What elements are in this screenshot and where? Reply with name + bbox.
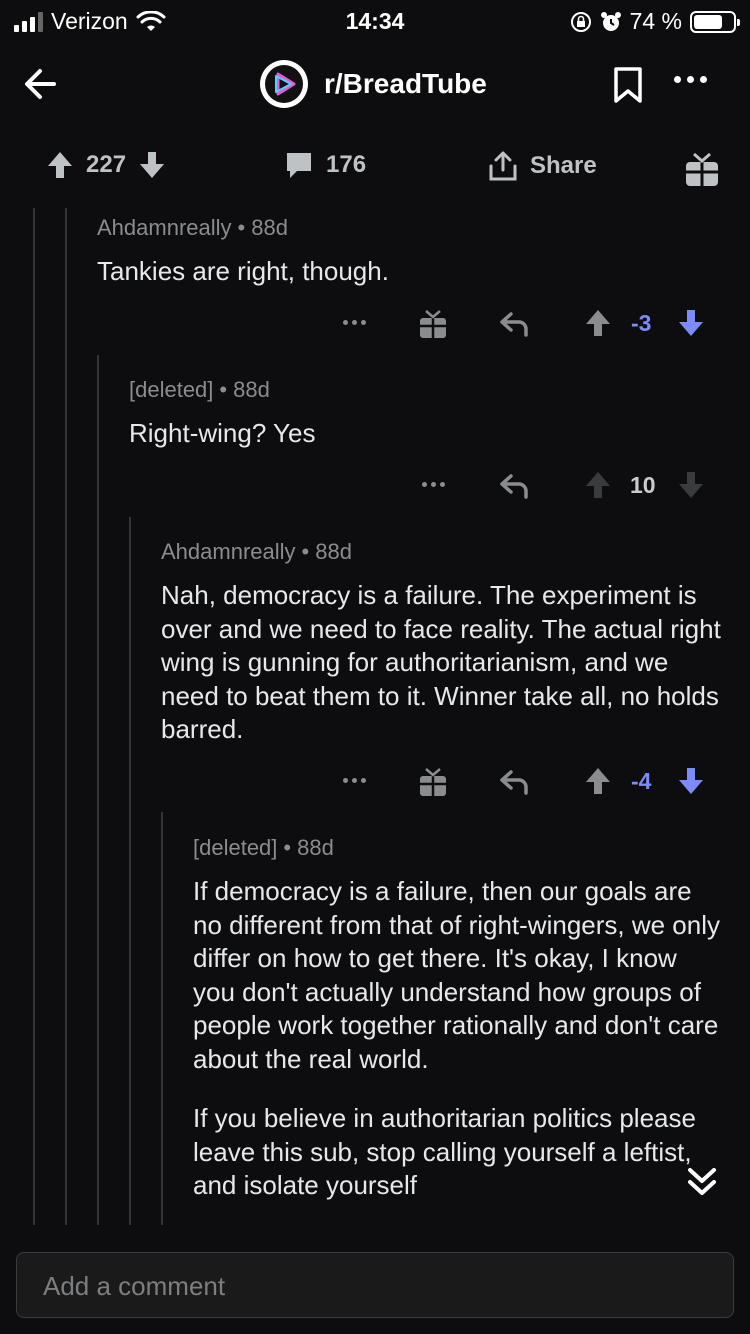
award-gift-icon[interactable] xyxy=(418,766,448,798)
share-button[interactable]: Share xyxy=(488,150,597,182)
award-gift-icon[interactable] xyxy=(684,150,720,188)
more-options-icon[interactable] xyxy=(674,76,707,83)
orientation-lock-icon xyxy=(570,11,591,32)
comment-body: Tankies are right, though. xyxy=(97,256,389,286)
comment: Ahdamnreally • 88d Tankies are right, thou… xyxy=(97,215,717,289)
comment-author[interactable]: Ahdamnreally xyxy=(161,539,296,564)
downvote-icon[interactable] xyxy=(677,766,705,796)
comment-more-icon[interactable] xyxy=(422,482,445,487)
comment: [deleted] • 88d If democracy is a failure,… xyxy=(193,835,723,1203)
comment-more-icon[interactable] xyxy=(343,320,366,325)
reply-icon[interactable] xyxy=(499,310,529,338)
comment-count: 176 xyxy=(326,151,367,178)
comment-body: If democracy is a failure, then our goal… xyxy=(193,875,723,1203)
add-comment-input[interactable]: Add a comment xyxy=(16,1252,734,1318)
comment: [deleted] • 88d Right-wing? Yes xyxy=(129,377,719,451)
nav-header: r/BreadTube xyxy=(0,50,750,120)
comment: Ahdamnreally • 88d Nah, democracy is a fai… xyxy=(161,539,726,747)
thread-rail xyxy=(33,208,35,1228)
comment-age: 88d xyxy=(251,215,288,240)
comment-actions: -4 xyxy=(0,766,750,798)
comment-actions: -3 xyxy=(0,308,750,340)
comment-score: -3 xyxy=(631,310,652,336)
downvote-icon[interactable] xyxy=(138,150,166,180)
comment-age: 88d xyxy=(315,539,352,564)
thread-rail xyxy=(65,208,67,1228)
post-action-bar: 227 176 Share xyxy=(0,140,750,196)
subreddit-title[interactable]: r/BreadTube xyxy=(260,60,487,108)
status-right: 74 % xyxy=(570,8,740,35)
upvote-icon[interactable] xyxy=(584,766,612,796)
comment-score: -4 xyxy=(631,768,652,794)
downvote-icon[interactable] xyxy=(677,470,705,500)
battery-percent: 74 % xyxy=(629,8,682,34)
comment-paragraph: If you believe in authoritarian politics… xyxy=(193,1103,696,1200)
comment-age: 88d xyxy=(233,377,270,402)
comment-score: 10 xyxy=(630,472,656,498)
status-bar: Verizon 14:34 74 % xyxy=(0,0,750,40)
battery-fill xyxy=(694,14,723,29)
comment-meta: Ahdamnreally • 88d xyxy=(97,215,288,240)
subreddit-name: r/BreadTube xyxy=(324,68,487,99)
comment-meta: [deleted] • 88d xyxy=(129,377,270,402)
comment-age: 88d xyxy=(297,835,334,860)
vote-group: 227 xyxy=(46,150,166,180)
comment-bubble-icon xyxy=(287,153,311,178)
comment-author[interactable]: Ahdamnreally xyxy=(97,215,232,240)
subreddit-logo-icon xyxy=(260,60,308,108)
bookmark-icon[interactable] xyxy=(612,66,644,104)
comment-author[interactable]: [deleted] xyxy=(193,835,277,860)
reply-icon[interactable] xyxy=(499,768,529,796)
upvote-icon[interactable] xyxy=(584,470,612,500)
upvote-icon[interactable] xyxy=(584,308,612,338)
comment-meta: [deleted] • 88d xyxy=(193,835,334,860)
share-icon xyxy=(489,151,517,181)
post-score: 227 xyxy=(86,151,127,178)
comment-meta: Ahdamnreally • 88d xyxy=(161,539,352,564)
thread-rail xyxy=(161,812,163,1228)
downvote-icon[interactable] xyxy=(677,308,705,338)
upvote-icon[interactable] xyxy=(46,150,74,180)
battery-icon xyxy=(690,10,740,33)
thread-rail xyxy=(129,517,131,1228)
comments-button[interactable]: 176 xyxy=(284,150,366,180)
comment-more-icon[interactable] xyxy=(343,778,366,783)
comment-body: Right-wing? Yes xyxy=(129,418,316,448)
jump-to-next-chevron-icon[interactable] xyxy=(680,1162,724,1202)
comment-placeholder: Add a comment xyxy=(43,1271,226,1301)
share-label: Share xyxy=(530,152,597,179)
alarm-icon xyxy=(600,11,621,31)
comment-actions: 10 xyxy=(0,470,750,502)
reply-icon[interactable] xyxy=(499,472,529,500)
award-gift-icon[interactable] xyxy=(418,308,448,340)
back-arrow-icon[interactable] xyxy=(20,62,64,106)
comment-paragraph: If democracy is a failure, then our goal… xyxy=(193,876,720,1074)
comment-body: Nah, democracy is a failure. The experim… xyxy=(161,580,721,744)
comment-author[interactable]: [deleted] xyxy=(129,377,213,402)
